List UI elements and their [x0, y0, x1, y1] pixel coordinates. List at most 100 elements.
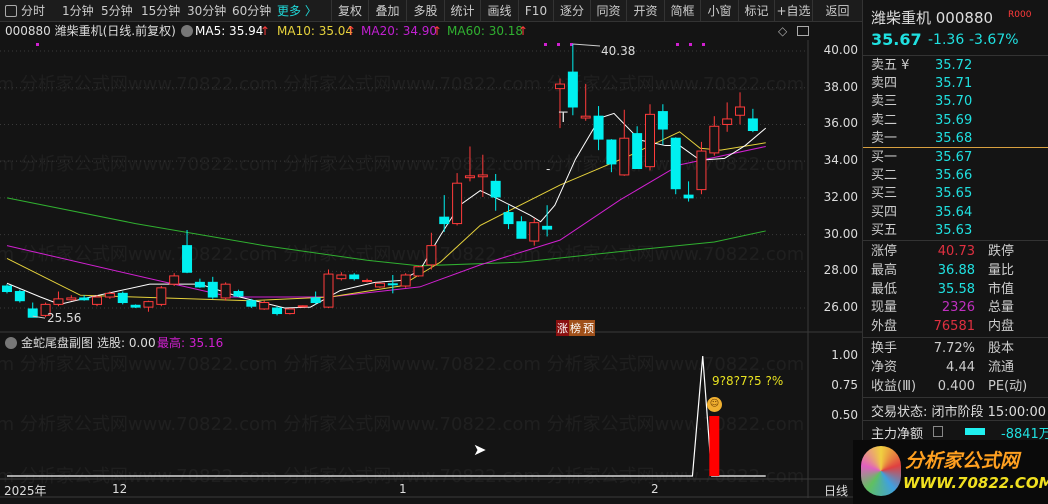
candle — [156, 286, 167, 307]
sub-y-tick-label: 0.75 — [831, 378, 858, 392]
ask-row: 卖一 35.68 — [871, 130, 973, 146]
candle — [246, 298, 257, 309]
toolbar-button[interactable]: 小窗 — [700, 0, 738, 22]
ma20-label: MA20: 34.90 — [361, 24, 438, 38]
window-icon[interactable] — [797, 26, 809, 36]
stat-row: 涨停 40.73 跌停 — [871, 244, 1015, 259]
list-icon[interactable] — [933, 426, 943, 437]
limit-up-badge[interactable]: 涨榜预 — [556, 320, 595, 336]
toolbar-button[interactable]: +自选 — [774, 0, 812, 22]
candle — [182, 230, 193, 274]
panel-toggle-icon[interactable] — [5, 5, 17, 17]
t-marker: T — [559, 110, 568, 126]
candle — [259, 300, 270, 310]
up-arrow-icon: ↑ — [518, 24, 529, 38]
candle — [27, 302, 38, 318]
toolbar-button[interactable]: 标记 — [738, 0, 774, 22]
trade-status: 交易状态: 闭市阶段 15:00:00 — [871, 405, 1047, 420]
date-label: 2025年 — [4, 484, 47, 498]
period-label[interactable]: 日线 — [824, 482, 848, 499]
candle — [632, 126, 643, 170]
sub-bar — [709, 416, 720, 476]
candle — [130, 304, 141, 309]
candle — [53, 291, 64, 307]
signal-dot — [676, 43, 679, 46]
bid-row: 买三 35.65 — [871, 186, 973, 202]
sub-y-tick-label: 0.50 — [831, 408, 858, 422]
toolbar-button[interactable]: 统计 — [444, 0, 480, 22]
low-price-label: 25.56 — [47, 311, 82, 325]
candle — [619, 109, 630, 176]
candle — [426, 232, 437, 270]
dropdown-icon[interactable] — [181, 25, 193, 37]
candle — [349, 273, 360, 281]
bid-row: 买五 35.63 — [871, 222, 973, 238]
toolbar: 分时 1分钟 5分钟 15分钟 30分钟 60分钟 更多 〉 复权 叠加 多股 统计 画线 F10 逐… — [0, 0, 862, 22]
kline-chart[interactable] — [0, 0, 862, 504]
sub-y-tick-label: 1.00 — [831, 348, 858, 362]
stock-title: 000880 潍柴重机(日线.前复权) — [5, 24, 176, 38]
signal-dot — [689, 43, 692, 46]
candle — [169, 273, 180, 287]
candle — [336, 272, 347, 281]
rz-badge: R000 — [1008, 10, 1032, 20]
ask-row: 卖四 35.71 — [871, 76, 973, 92]
main-net-bar — [965, 428, 985, 435]
candle — [606, 139, 617, 173]
toolbar-button[interactable]: 返回 — [812, 0, 862, 22]
period-tab[interactable]: 5分钟 — [101, 0, 133, 22]
flower-logo-icon — [861, 446, 901, 496]
candle — [400, 273, 411, 288]
up-arrow-icon: ↑ — [260, 24, 271, 38]
dash-marker: - — [546, 162, 551, 176]
toolbar-button[interactable]: 复权 — [331, 0, 368, 22]
candle — [452, 173, 463, 226]
more-periods-button[interactable]: 更多 〉 — [277, 0, 317, 22]
y-tick-label: 38.00 — [823, 79, 858, 94]
candle — [374, 282, 385, 288]
current-price: 35.67 — [871, 30, 922, 49]
toolbar-button[interactable]: 同资 — [590, 0, 626, 22]
toolbar-button[interactable]: 画线 — [480, 0, 518, 22]
site-logo: 分析家公式网 WWW.70822.COM — [853, 440, 1048, 504]
dropdown-icon[interactable] — [5, 337, 17, 349]
toolbar-button[interactable]: 逐分 — [553, 0, 590, 22]
stat-row: 现量 2326 总量 — [871, 300, 1015, 316]
candle — [439, 195, 450, 232]
candle — [464, 146, 475, 182]
candle — [516, 216, 527, 239]
stat-row: 最高 36.88 量比 — [871, 262, 1015, 278]
garbled-percent-label: 9?8?7?5 ?% — [712, 374, 784, 388]
y-tick-label: 30.00 — [823, 226, 858, 241]
ma60-label: MA60: 30.18 — [447, 24, 524, 38]
period-tab[interactable]: 60分钟 — [232, 0, 271, 22]
toolbar-button[interactable]: 简框 — [664, 0, 700, 22]
toolbar-button[interactable]: 多股 — [406, 0, 444, 22]
candle — [233, 289, 244, 298]
diamond-icon[interactable]: ◇ — [778, 22, 787, 40]
bid-row: 买一 35.67 — [871, 150, 973, 165]
stat-row: 外盘 76581 内盘 — [871, 319, 1015, 335]
stat-row: 最低 35.58 市值 — [871, 281, 1015, 297]
period-tab[interactable]: 1分钟 — [62, 0, 94, 22]
max-value: 最高: 35.16 — [157, 336, 224, 350]
candle — [580, 84, 591, 121]
up-arrow-icon: ↑ — [432, 24, 443, 38]
toolbar-button[interactable]: F10 — [518, 0, 553, 22]
signal-dot — [702, 43, 705, 46]
y-tick-label: 28.00 — [823, 263, 858, 278]
signal-dot — [544, 43, 547, 46]
period-tab[interactable]: 30分钟 — [187, 0, 226, 22]
toolbar-button[interactable]: 叠加 — [368, 0, 406, 22]
bid-row: 买二 35.66 — [871, 168, 973, 184]
price-change: -1.36 — [928, 32, 965, 48]
candle — [14, 289, 25, 303]
sub-line — [7, 355, 766, 477]
ask-row: 卖三 35.70 — [871, 94, 973, 110]
candle — [284, 308, 295, 315]
period-tab[interactable]: 15分钟 — [141, 0, 180, 22]
smiley-icon: ☺ — [707, 397, 722, 412]
period-tab[interactable]: 分时 — [21, 0, 45, 22]
toolbar-button[interactable]: 开资 — [626, 0, 664, 22]
candle — [143, 300, 154, 312]
